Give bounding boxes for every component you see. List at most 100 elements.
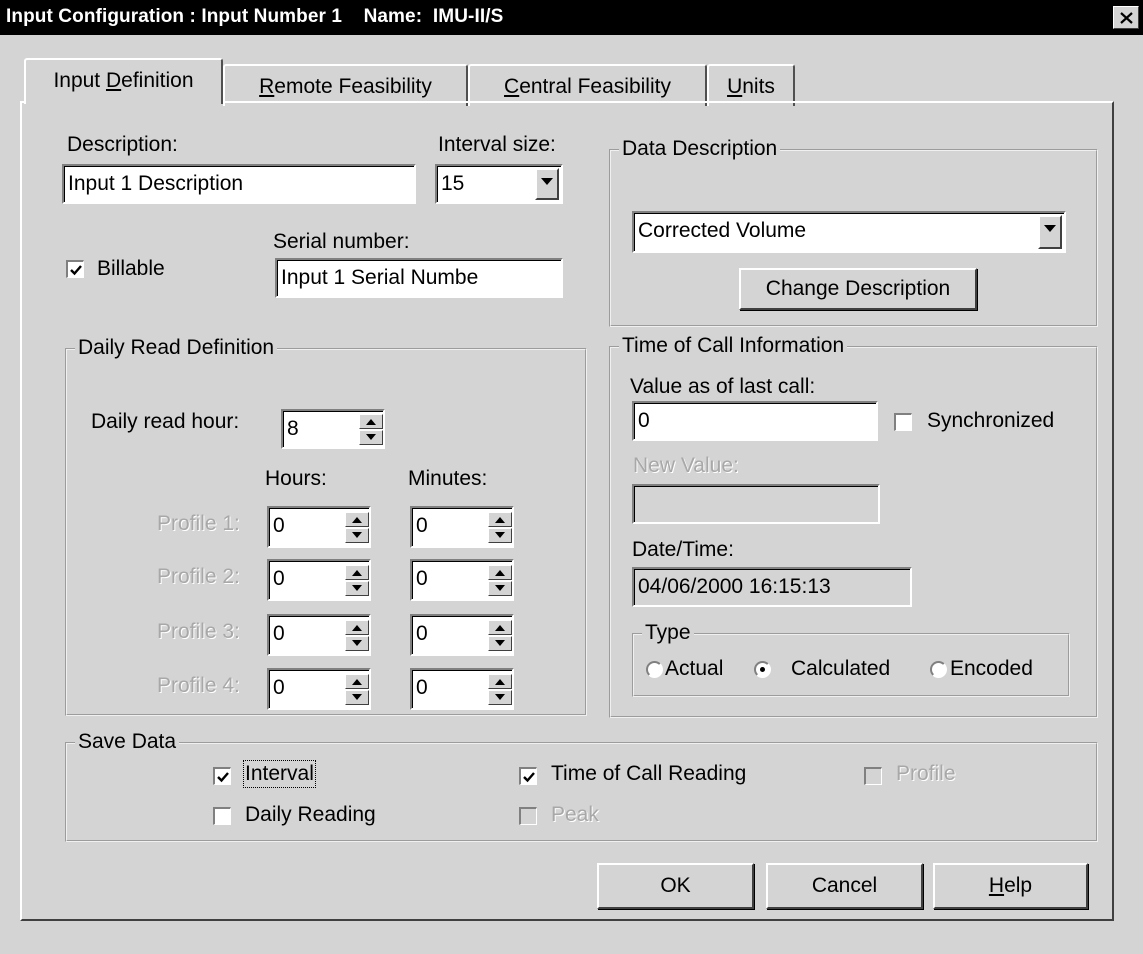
type-calculated-label: Calculated: [791, 657, 891, 680]
profile-4-minutes-spinner[interactable]: 0: [410, 668, 514, 710]
profile-1-hours-spinner[interactable]: 0: [267, 506, 371, 548]
spin-down-button[interactable]: [488, 528, 512, 543]
profile-4-hours-spinner[interactable]: 0: [267, 668, 371, 710]
arrow-down-icon: [495, 640, 505, 646]
save-interval-label: Interval: [243, 760, 316, 788]
new-value-input: [632, 484, 880, 524]
dialog-window: Input Configuration : Input Number 1 Nam…: [0, 0, 1143, 954]
save-peak-label: Peak: [551, 803, 599, 826]
billable-checkbox[interactable]: [66, 260, 84, 278]
profile-2-hours-spinner[interactable]: 0: [267, 559, 371, 601]
spin-down-button[interactable]: [359, 430, 383, 445]
close-button[interactable]: [1113, 6, 1139, 29]
spin-up-button[interactable]: [488, 620, 512, 635]
tab-label: Input Definition: [53, 69, 194, 92]
cancel-button[interactable]: Cancel: [766, 863, 923, 909]
profile-3-hours-spinner[interactable]: 0: [267, 614, 371, 656]
spin-down-button[interactable]: [345, 528, 369, 543]
close-icon: [1120, 12, 1133, 24]
daily-read-hour-spinner[interactable]: 8: [281, 409, 385, 449]
tab-label: Central Feasibility: [504, 75, 671, 98]
profile-1-minutes-spinner[interactable]: 0: [410, 506, 514, 548]
spin-up-button[interactable]: [359, 414, 383, 429]
check-icon: [217, 772, 229, 783]
arrow-up-icon: [352, 517, 362, 523]
tab-label: Units: [727, 75, 775, 98]
arrow-up-icon: [366, 419, 376, 425]
arrow-down-icon: [495, 585, 505, 591]
type-encoded-label: Encoded: [950, 657, 1033, 680]
tab-central-feasibility[interactable]: Central Feasibility: [468, 64, 707, 106]
arrow-up-icon: [352, 570, 362, 576]
spin-up-button[interactable]: [345, 620, 369, 635]
hours-header: Hours:: [265, 467, 327, 490]
value-last-call-input[interactable]: 0: [632, 401, 878, 441]
profile-4-label: Profile 4:: [157, 674, 240, 697]
interval-size-select[interactable]: 15: [435, 164, 563, 204]
description-input[interactable]: Input 1 Description: [62, 164, 416, 204]
profile-2-label: Profile 2:: [157, 565, 240, 588]
tab-remote-feasibility[interactable]: Remote Feasibility: [223, 64, 468, 106]
save-profile-checkbox: [864, 767, 882, 785]
arrow-up-icon: [495, 517, 505, 523]
data-description-select[interactable]: Corrected Volume: [632, 211, 1066, 253]
spin-up-button[interactable]: [488, 674, 512, 689]
arrow-down-icon: [352, 694, 362, 700]
tab-units[interactable]: Units: [707, 64, 795, 106]
group-legend: Save Data: [75, 730, 180, 754]
save-time-of-call-checkbox[interactable]: [519, 767, 537, 785]
description-label: Description:: [67, 133, 178, 156]
group-legend: Daily Read Definition: [75, 336, 278, 360]
group-legend: Type: [642, 621, 694, 645]
group-legend: Time of Call Information: [619, 334, 848, 358]
spin-up-button[interactable]: [488, 512, 512, 527]
title-bar[interactable]: Input Configuration : Input Number 1 Nam…: [0, 0, 1143, 35]
arrow-down-icon: [366, 434, 376, 440]
arrow-up-icon: [495, 570, 505, 576]
datetime-field: 04/06/2000 16:15:13: [632, 567, 912, 607]
dropdown-button[interactable]: [1038, 215, 1062, 249]
arrow-down-icon: [352, 532, 362, 538]
interval-size-label: Interval size:: [438, 133, 556, 156]
synchronized-checkbox[interactable]: [894, 413, 912, 431]
spin-down-button[interactable]: [345, 581, 369, 596]
spin-up-button[interactable]: [345, 512, 369, 527]
spin-up-button[interactable]: [488, 565, 512, 580]
spin-down-button[interactable]: [345, 636, 369, 651]
spin-down-button[interactable]: [345, 690, 369, 705]
spin-up-button[interactable]: [345, 674, 369, 689]
synchronized-label: Synchronized: [927, 409, 1055, 432]
group-legend: Data Description: [619, 137, 781, 161]
profile-1-label: Profile 1:: [157, 512, 240, 535]
value-last-call-label: Value as of last call:: [630, 375, 816, 398]
arrow-up-icon: [495, 679, 505, 685]
serial-number-input[interactable]: Input 1 Serial Numbe: [275, 258, 563, 298]
dropdown-button[interactable]: [535, 168, 559, 200]
save-daily-reading-checkbox[interactable]: [213, 807, 231, 825]
spin-down-button[interactable]: [488, 690, 512, 705]
window-title: Input Configuration : Input Number 1 Nam…: [6, 6, 504, 27]
chevron-down-icon: [1044, 225, 1056, 232]
type-actual-label: Actual: [665, 657, 724, 680]
arrow-up-icon: [495, 625, 505, 631]
type-calculated-radio[interactable]: [754, 661, 771, 678]
help-button[interactable]: Help: [933, 863, 1088, 909]
arrow-down-icon: [352, 585, 362, 591]
spin-up-button[interactable]: [345, 565, 369, 580]
check-icon: [70, 265, 82, 276]
ok-button[interactable]: OK: [597, 863, 754, 909]
profile-3-minutes-spinner[interactable]: 0: [410, 614, 514, 656]
spin-down-button[interactable]: [488, 636, 512, 651]
tab-input-definition[interactable]: Input Definition: [24, 58, 223, 104]
check-icon: [523, 772, 535, 783]
spin-down-button[interactable]: [488, 581, 512, 596]
profile-2-minutes-spinner[interactable]: 0: [410, 559, 514, 601]
new-value-label: New Value:: [633, 454, 739, 477]
save-data-group: Save Data: [65, 730, 1098, 842]
arrow-down-icon: [495, 694, 505, 700]
type-encoded-radio[interactable]: [930, 661, 947, 678]
type-actual-radio[interactable]: [646, 661, 663, 678]
save-interval-checkbox[interactable]: [213, 767, 231, 785]
daily-read-hour-label: Daily read hour:: [91, 410, 240, 433]
change-description-button[interactable]: Change Description: [739, 268, 977, 310]
